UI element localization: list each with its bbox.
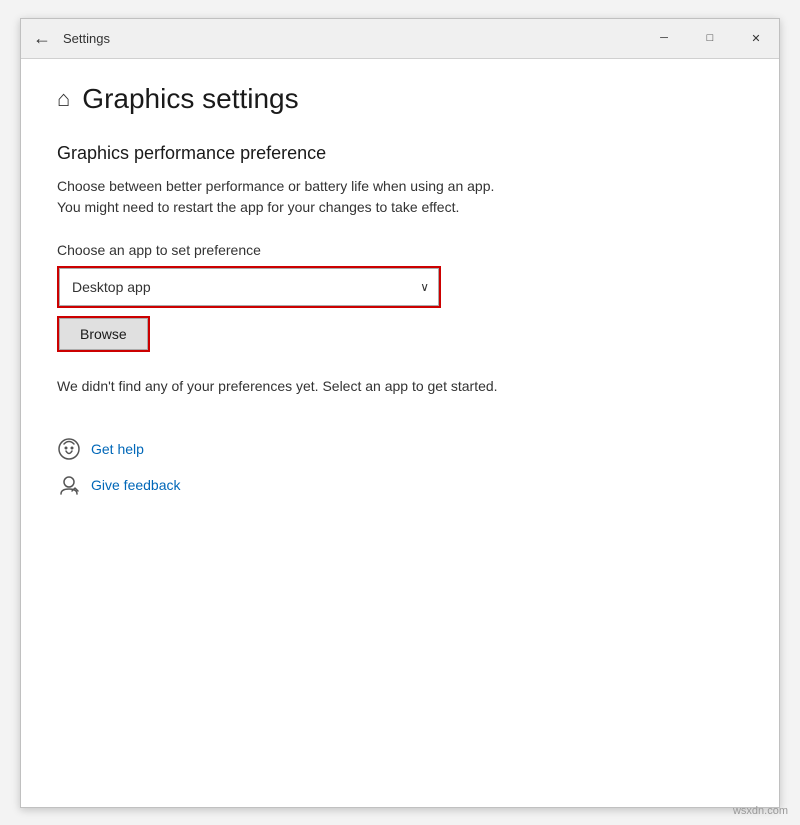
browse-button[interactable]: Browse bbox=[59, 318, 148, 350]
page-title: Graphics settings bbox=[82, 83, 298, 115]
close-button[interactable]: ✕ bbox=[733, 19, 779, 58]
window-title: Settings bbox=[63, 31, 110, 46]
get-help-link[interactable]: Get help bbox=[91, 441, 144, 457]
back-button[interactable]: ← bbox=[33, 29, 51, 47]
browse-wrapper: Browse bbox=[57, 316, 150, 352]
app-type-dropdown[interactable]: Desktop app Microsoft Store app bbox=[59, 268, 439, 306]
home-icon: ⌂ bbox=[57, 86, 70, 112]
get-help-item[interactable]: Get help bbox=[57, 437, 743, 461]
give-feedback-icon bbox=[57, 473, 81, 497]
description-line1: Choose between better performance or bat… bbox=[57, 178, 494, 194]
page-header: ⌂ Graphics settings bbox=[57, 83, 743, 115]
get-help-icon bbox=[57, 437, 81, 461]
section-title: Graphics performance preference bbox=[57, 143, 743, 164]
minimize-button[interactable]: ─ bbox=[641, 19, 687, 58]
description-line2: You might need to restart the app for yo… bbox=[57, 199, 459, 215]
watermark: wsxdn.com bbox=[733, 805, 788, 817]
footer-links: Get help Give feedback bbox=[57, 437, 743, 497]
main-content: ⌂ Graphics settings Graphics performance… bbox=[21, 59, 779, 807]
description: Choose between better performance or bat… bbox=[57, 176, 743, 218]
window-controls: ─ □ ✕ bbox=[641, 19, 779, 58]
choose-label: Choose an app to set preference bbox=[57, 242, 743, 258]
settings-window: ← Settings ─ □ ✕ ⌂ Graphics settings Gra… bbox=[20, 18, 780, 808]
dropdown-container: Desktop app Microsoft Store app ∨ bbox=[59, 268, 439, 306]
no-preferences-text: We didn't find any of your preferences y… bbox=[57, 376, 743, 397]
titlebar: ← Settings ─ □ ✕ bbox=[21, 19, 779, 59]
titlebar-left: ← Settings bbox=[33, 29, 110, 47]
give-feedback-link[interactable]: Give feedback bbox=[91, 477, 181, 493]
give-feedback-item[interactable]: Give feedback bbox=[57, 473, 743, 497]
maximize-button[interactable]: □ bbox=[687, 19, 733, 58]
dropdown-wrapper: Desktop app Microsoft Store app ∨ bbox=[57, 266, 441, 308]
